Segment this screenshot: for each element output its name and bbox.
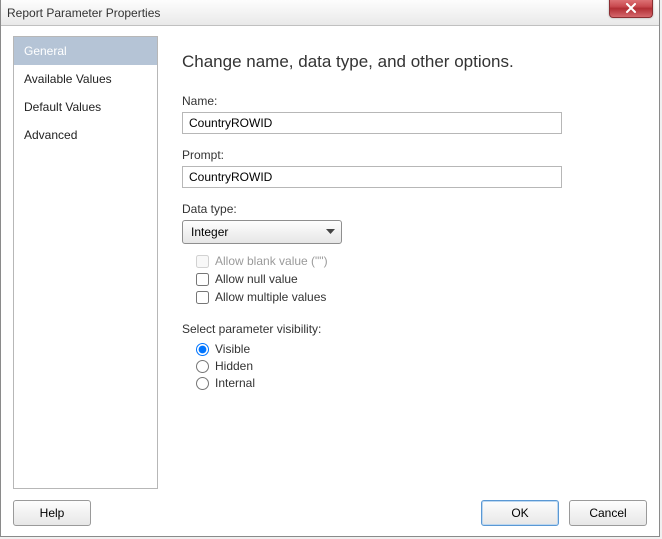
allow-multi-label: Allow multiple values (215, 290, 326, 304)
datatype-value: Integer (191, 225, 228, 239)
visibility-label: Select parameter visibility: (182, 322, 637, 336)
window-title: Report Parameter Properties (7, 6, 160, 20)
allow-null-row[interactable]: Allow null value (196, 272, 637, 286)
visibility-visible-row[interactable]: Visible (196, 342, 637, 356)
allow-null-checkbox[interactable] (196, 273, 209, 286)
sidebar: General Available Values Default Values … (13, 36, 158, 489)
name-label: Name: (182, 94, 637, 108)
allow-blank-row: Allow blank value ("") (196, 254, 637, 268)
visibility-hidden-row[interactable]: Hidden (196, 359, 637, 373)
allow-blank-label: Allow blank value ("") (215, 254, 328, 268)
close-icon (625, 3, 637, 13)
prompt-input[interactable] (182, 166, 562, 188)
visibility-internal-radio[interactable] (196, 377, 209, 390)
help-button[interactable]: Help (13, 500, 91, 526)
visibility-visible-radio[interactable] (196, 343, 209, 356)
sidebar-item-advanced[interactable]: Advanced (14, 121, 157, 149)
main-row: General Available Values Default Values … (13, 36, 647, 489)
ok-button[interactable]: OK (481, 500, 559, 526)
visibility-internal-row[interactable]: Internal (196, 376, 637, 390)
pane-heading: Change name, data type, and other option… (182, 52, 637, 72)
allow-multi-checkbox[interactable] (196, 291, 209, 304)
general-pane: Change name, data type, and other option… (158, 36, 647, 489)
cancel-button[interactable]: Cancel (569, 500, 647, 526)
allow-blank-checkbox (196, 255, 209, 268)
titlebar: Report Parameter Properties (1, 0, 659, 26)
allow-null-label: Allow null value (215, 272, 298, 286)
visibility-hidden-label: Hidden (215, 359, 253, 373)
name-input[interactable] (182, 112, 562, 134)
sidebar-item-label: General (24, 44, 67, 58)
visibility-hidden-radio[interactable] (196, 360, 209, 373)
sidebar-item-available-values[interactable]: Available Values (14, 65, 157, 93)
right-buttons: OK Cancel (481, 500, 647, 526)
datatype-label: Data type: (182, 202, 637, 216)
button-row: Help OK Cancel (13, 489, 647, 526)
visibility-visible-label: Visible (215, 342, 250, 356)
datatype-select[interactable]: Integer (182, 220, 342, 244)
dialog-content: General Available Values Default Values … (1, 26, 659, 536)
sidebar-item-label: Available Values (24, 72, 112, 86)
sidebar-item-label: Default Values (24, 100, 101, 114)
dialog-window: Report Parameter Properties General Avai… (0, 0, 660, 537)
allow-multi-row[interactable]: Allow multiple values (196, 290, 637, 304)
sidebar-item-default-values[interactable]: Default Values (14, 93, 157, 121)
prompt-label: Prompt: (182, 148, 637, 162)
sidebar-item-general[interactable]: General (14, 37, 157, 65)
sidebar-item-label: Advanced (24, 128, 77, 142)
close-button[interactable] (609, 0, 653, 18)
visibility-internal-label: Internal (215, 376, 255, 390)
